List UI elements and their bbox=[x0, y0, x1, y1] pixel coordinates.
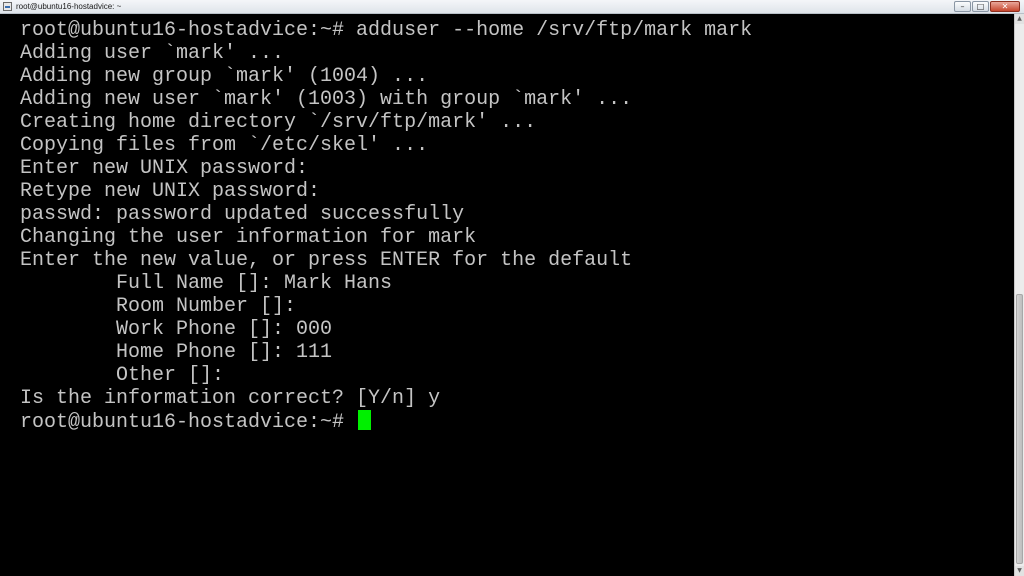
vertical-scrollbar[interactable]: ▲ ▼ bbox=[1014, 14, 1024, 576]
terminal-line: Full Name []: Mark Hans bbox=[20, 272, 393, 295]
terminal-line: Retype new UNIX password: bbox=[20, 180, 321, 203]
terminal-line: Room Number []: bbox=[20, 295, 297, 318]
prompt-line[interactable]: root@ubuntu16-hostadvice:~# bbox=[20, 410, 752, 434]
terminal-line: Enter new UNIX password: bbox=[20, 157, 309, 180]
putty-terminal-icon[interactable] bbox=[3, 2, 12, 11]
terminal-line: Other []: bbox=[20, 364, 225, 387]
shell-prompt: root@ubuntu16-hostadvice:~# bbox=[20, 411, 345, 434]
terminal-line: root@ubuntu16-hostadvice:~# adduser --ho… bbox=[20, 19, 753, 42]
terminal-line: Work Phone []: 000 bbox=[20, 318, 333, 341]
terminal-line: Copying files from `/etc/skel' ... bbox=[20, 134, 429, 157]
terminal-line: Home Phone []: 111 bbox=[20, 341, 333, 364]
terminal-line: Changing the user information for mark bbox=[20, 226, 477, 249]
terminal-line: Enter the new value, or press ENTER for … bbox=[20, 249, 633, 272]
arrow-down-icon[interactable]: ▼ bbox=[1015, 566, 1024, 576]
terminal-line: passwd: password updated successfully bbox=[20, 203, 465, 226]
window-title: root@ubuntu16-hostadvice: ~ bbox=[16, 2, 122, 11]
terminal-window: root@ubuntu16-hostadvice: ~ – □ ✕ root@u… bbox=[0, 0, 1024, 576]
terminal-line: Adding user `mark' ... bbox=[20, 42, 285, 65]
terminal-output[interactable]: root@ubuntu16-hostadvice:~# adduser --ho… bbox=[0, 14, 1014, 576]
maximize-button[interactable]: □ bbox=[972, 1, 989, 12]
close-button[interactable]: ✕ bbox=[990, 1, 1020, 12]
title-bar[interactable]: root@ubuntu16-hostadvice: ~ – □ ✕ bbox=[0, 0, 1024, 14]
window-controls: – □ ✕ bbox=[953, 1, 1020, 13]
arrow-up-icon[interactable]: ▲ bbox=[1015, 14, 1024, 24]
terminal-lines: root@ubuntu16-hostadvice:~# adduser --ho… bbox=[20, 19, 753, 434]
terminal-line: Creating home directory `/srv/ftp/mark' … bbox=[20, 111, 537, 134]
minimize-button[interactable]: – bbox=[954, 1, 971, 12]
terminal-cursor bbox=[358, 410, 372, 430]
terminal-line: Adding new user `mark' (1003) with group… bbox=[20, 88, 633, 111]
terminal-line: Adding new group `mark' (1004) ... bbox=[20, 65, 429, 88]
terminal-line: Is the information correct? [Y/n] y bbox=[20, 387, 441, 410]
scrollbar-thumb[interactable] bbox=[1016, 294, 1023, 564]
